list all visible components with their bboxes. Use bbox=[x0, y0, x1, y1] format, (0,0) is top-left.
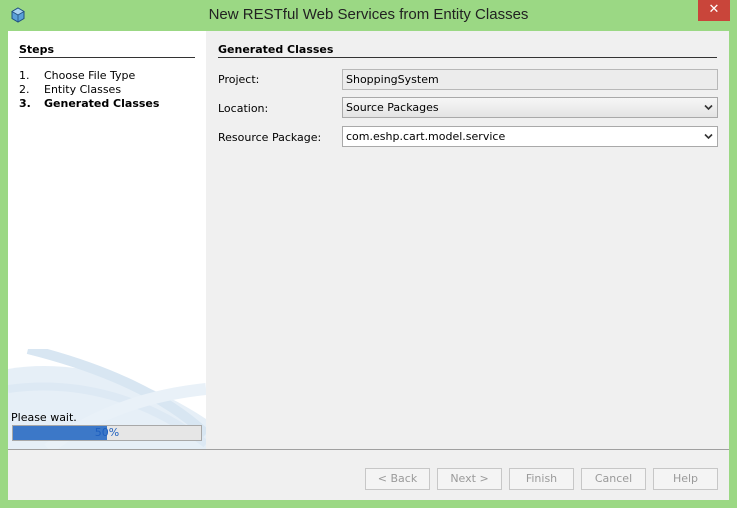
project-label: Project: bbox=[218, 73, 260, 86]
next-button[interactable]: Next > bbox=[437, 468, 502, 490]
step-label: Choose File Type bbox=[44, 69, 136, 82]
progress-message: Please wait. bbox=[11, 411, 77, 424]
button-bar-divider bbox=[8, 449, 729, 450]
resource-package-label: Resource Package: bbox=[218, 131, 322, 144]
steps-panel: Steps 1. Choose File Type 2. Entity Classe… bbox=[8, 31, 206, 449]
location-label: Location: bbox=[218, 102, 269, 115]
dialog-window: New RESTful Web Services from Entity Cla… bbox=[0, 0, 737, 508]
progress-percent: 50% bbox=[94, 426, 120, 439]
title-bar[interactable]: New RESTful Web Services from Entity Cla… bbox=[0, 0, 737, 30]
progress-bar: 50% bbox=[12, 425, 202, 441]
resource-package-value: com.eshp.cart.model.service bbox=[346, 130, 506, 143]
help-button[interactable]: Help bbox=[653, 468, 718, 490]
step-label: Generated Classes bbox=[44, 97, 160, 110]
project-field[interactable]: ShoppingSystem bbox=[342, 69, 718, 90]
location-value: Source Packages bbox=[346, 101, 439, 114]
step-item-entity-classes: 2. Entity Classes bbox=[19, 83, 121, 96]
step-number: 1. bbox=[19, 69, 30, 82]
cancel-button[interactable]: Cancel bbox=[581, 468, 646, 490]
resource-package-combo[interactable]: com.eshp.cart.model.service bbox=[342, 126, 718, 147]
dialog-content: Steps 1. Choose File Type 2. Entity Classe… bbox=[8, 31, 729, 500]
chevron-down-icon bbox=[704, 133, 713, 140]
step-item-choose-file-type: 1. Choose File Type bbox=[19, 69, 135, 82]
step-item-generated-classes: 3. Generated Classes bbox=[19, 97, 159, 110]
generated-classes-panel: Generated Classes Project: ShoppingSyste… bbox=[206, 31, 729, 449]
chevron-down-icon bbox=[704, 104, 713, 111]
step-label: Entity Classes bbox=[44, 83, 122, 96]
close-button[interactable]: ✕ bbox=[698, 0, 730, 21]
window-title: New RESTful Web Services from Entity Cla… bbox=[208, 6, 529, 23]
section-title: Generated Classes bbox=[218, 43, 334, 56]
finish-button[interactable]: Finish bbox=[509, 468, 574, 490]
step-number: 3. bbox=[19, 97, 31, 110]
project-value: ShoppingSystem bbox=[346, 73, 439, 86]
steps-divider bbox=[19, 57, 195, 58]
close-icon: ✕ bbox=[708, 2, 720, 17]
section-divider bbox=[218, 57, 717, 58]
location-dropdown[interactable]: Source Packages bbox=[342, 97, 718, 118]
back-button[interactable]: < Back bbox=[365, 468, 430, 490]
steps-heading: Steps bbox=[19, 43, 55, 56]
step-number: 2. bbox=[19, 83, 30, 96]
